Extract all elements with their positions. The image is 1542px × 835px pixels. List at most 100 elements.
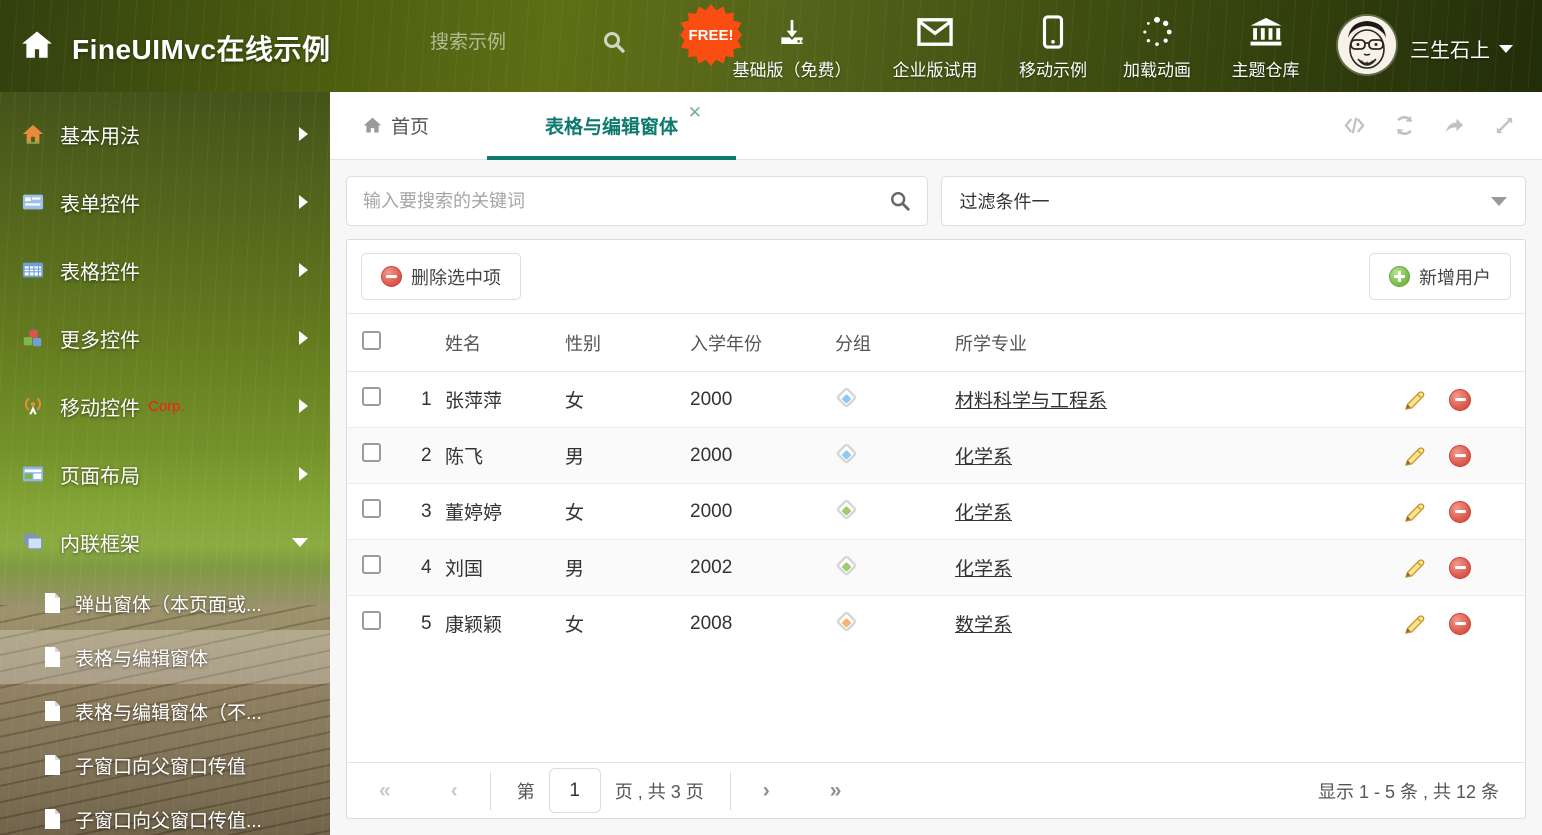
delete-row-icon[interactable]	[1449, 612, 1471, 635]
group-tag-icon[interactable]	[835, 498, 858, 520]
layout-icon	[22, 466, 44, 482]
bank-icon	[1250, 17, 1281, 46]
group-tag-icon[interactable]	[835, 610, 858, 632]
column-header-gender: 性别	[565, 313, 690, 372]
nav-theme-repo[interactable]: 主题仓库	[1218, 12, 1313, 81]
sidebar-item-iframe[interactable]: 内联框架	[0, 508, 330, 576]
row-checkbox[interactable]	[362, 555, 381, 574]
sidebar-item-more-controls[interactable]: 更多控件	[0, 304, 330, 372]
chevron-down-icon	[1499, 44, 1513, 53]
row-checkbox[interactable]	[362, 387, 381, 406]
keyword-search-input[interactable]	[363, 190, 889, 212]
sidebar-item-page-layout[interactable]: 页面布局	[0, 440, 330, 508]
group-tag-icon[interactable]	[835, 442, 858, 464]
delete-selected-button[interactable]: 删除选中项	[361, 253, 521, 300]
add-user-button[interactable]: 新增用户	[1369, 253, 1511, 300]
edit-pencil-icon[interactable]	[1403, 388, 1427, 412]
sidebar-subitem-grid-edit-window-2[interactable]: 表格与编辑窗体（不...	[0, 684, 330, 738]
chevron-right-icon	[299, 195, 308, 209]
sidebar-subitem-child-to-parent-2[interactable]: 子窗口向父窗口传值...	[0, 792, 330, 835]
sidebar-subitem-child-to-parent[interactable]: 子窗口向父窗口传值	[0, 738, 330, 792]
nav-enterprise-trial[interactable]: 企业版试用	[880, 12, 990, 81]
cubes-icon	[23, 329, 42, 347]
edit-pencil-icon[interactable]	[1403, 500, 1427, 524]
table-row: 3 董婷婷 女 2000 化学系	[347, 483, 1525, 540]
delete-row-icon[interactable]	[1449, 444, 1471, 467]
table-row: 2 陈飞 男 2000 化学系	[347, 427, 1525, 484]
first-page-button[interactable]: «	[373, 779, 397, 803]
sidebar-item-grid-controls[interactable]: 表格控件	[0, 236, 330, 304]
search-icon[interactable]	[889, 190, 911, 212]
user-name: 三生石上	[1410, 40, 1490, 62]
sidebar-subitem-grid-edit-window[interactable]: 表格与编辑窗体	[0, 630, 330, 684]
filter-value: 过滤条件一	[959, 192, 1050, 212]
corp-badge: Corp.	[148, 397, 185, 415]
next-page-button[interactable]: ›	[757, 779, 776, 803]
row-checkbox[interactable]	[362, 499, 381, 518]
delete-row-icon[interactable]	[1449, 556, 1471, 579]
major-link[interactable]: 化学系	[955, 503, 1012, 524]
edit-pencil-icon[interactable]	[1403, 612, 1427, 636]
home-logo-icon[interactable]	[20, 28, 54, 62]
row-checkbox[interactable]	[362, 611, 381, 630]
column-header-name: 姓名	[445, 313, 565, 372]
header-search-input[interactable]	[430, 32, 580, 54]
delete-row-icon[interactable]	[1449, 388, 1471, 411]
edit-pencil-icon[interactable]	[1403, 556, 1427, 580]
plus-circle-icon	[1389, 266, 1410, 287]
table-header-row: 姓名 性别 入学年份 分组 所学专业	[347, 313, 1525, 372]
nav-mobile-demo[interactable]: 移动示例	[1008, 12, 1098, 81]
chevron-right-icon	[299, 399, 308, 413]
nav-loading-animation[interactable]: 加载动画	[1112, 12, 1202, 81]
windows-icon	[23, 533, 43, 550]
expand-icon[interactable]	[1493, 114, 1516, 137]
user-avatar[interactable]	[1338, 16, 1396, 74]
grid-panel: 删除选中项 新增用户 姓名 性别 入学年份 分组 所学专业 1 张萍萍 女 20…	[346, 239, 1526, 819]
nav-basic-edition[interactable]: FREE! 基础版（免费）	[680, 4, 862, 81]
sidebar-item-mobile-controls[interactable]: 移动控件 Corp.	[0, 372, 330, 440]
app-header: FineUIMvc在线示例 FREE! 基础版（免费） 企业版试用 移动示例 加…	[0, 0, 1542, 92]
chevron-right-icon	[299, 127, 308, 141]
group-tag-icon[interactable]	[835, 554, 858, 576]
select-all-checkbox[interactable]	[362, 330, 381, 350]
page-number-input[interactable]	[548, 768, 601, 813]
grid-toolbar: 删除选中项 新增用户	[347, 240, 1525, 313]
page-icon	[45, 593, 60, 613]
last-page-button[interactable]: »	[824, 779, 848, 803]
refresh-icon[interactable]	[1393, 114, 1416, 137]
sidebar-item-basic-usage[interactable]: 基本用法	[0, 100, 330, 168]
major-link[interactable]: 化学系	[955, 447, 1012, 468]
header-search-icon[interactable]	[602, 30, 626, 54]
major-link[interactable]: 数学系	[955, 615, 1012, 636]
group-tag-icon[interactable]	[835, 386, 858, 408]
chevron-right-icon	[299, 467, 308, 481]
tab-grid-edit-window[interactable]: 表格与编辑窗体 ✕	[487, 92, 737, 160]
spinner-icon	[1143, 16, 1172, 47]
prev-page-button[interactable]: ‹	[445, 779, 464, 803]
close-icon[interactable]: ✕	[688, 104, 702, 121]
user-menu[interactable]: 三生石上	[1410, 34, 1513, 63]
pagination-bar: « ‹ 第 页 , 共 3 页 › » 显示 1 - 5 条 , 共 12 条	[347, 762, 1525, 818]
major-link[interactable]: 化学系	[955, 559, 1012, 580]
delete-row-icon[interactable]	[1449, 500, 1471, 523]
edit-pencil-icon[interactable]	[1403, 444, 1427, 468]
sidebar-subitem-popup-window[interactable]: 弹出窗体（本页面或...	[0, 576, 330, 630]
app-title: FineUIMvc在线示例	[72, 34, 331, 65]
row-checkbox[interactable]	[362, 443, 381, 462]
sidebar: 基本用法 表单控件 表格控件 更多控件 移动控件 Corp. 页面布局 内联框架…	[0, 92, 330, 835]
filter-dropdown[interactable]: 过滤条件一	[940, 176, 1526, 226]
users-table: 姓名 性别 入学年份 分组 所学专业 1 张萍萍 女 2000 材料科学与工程系…	[347, 313, 1525, 651]
sidebar-item-form-controls[interactable]: 表单控件	[0, 168, 330, 236]
divider	[489, 771, 491, 810]
keyword-search-box	[346, 176, 928, 226]
table-row: 4 刘国 男 2002 化学系	[347, 539, 1525, 596]
major-link[interactable]: 材料科学与工程系	[955, 391, 1107, 412]
column-header-year: 入学年份	[690, 313, 835, 372]
page-content: 过滤条件一 删除选中项 新增用户	[330, 160, 1542, 835]
grid-empty-space	[347, 651, 1525, 762]
source-code-icon[interactable]	[1343, 114, 1366, 137]
tab-home[interactable]: 首页	[362, 112, 429, 139]
share-icon[interactable]	[1443, 114, 1466, 137]
minus-circle-icon	[381, 266, 402, 287]
column-header-major: 所学专业	[955, 313, 1403, 372]
